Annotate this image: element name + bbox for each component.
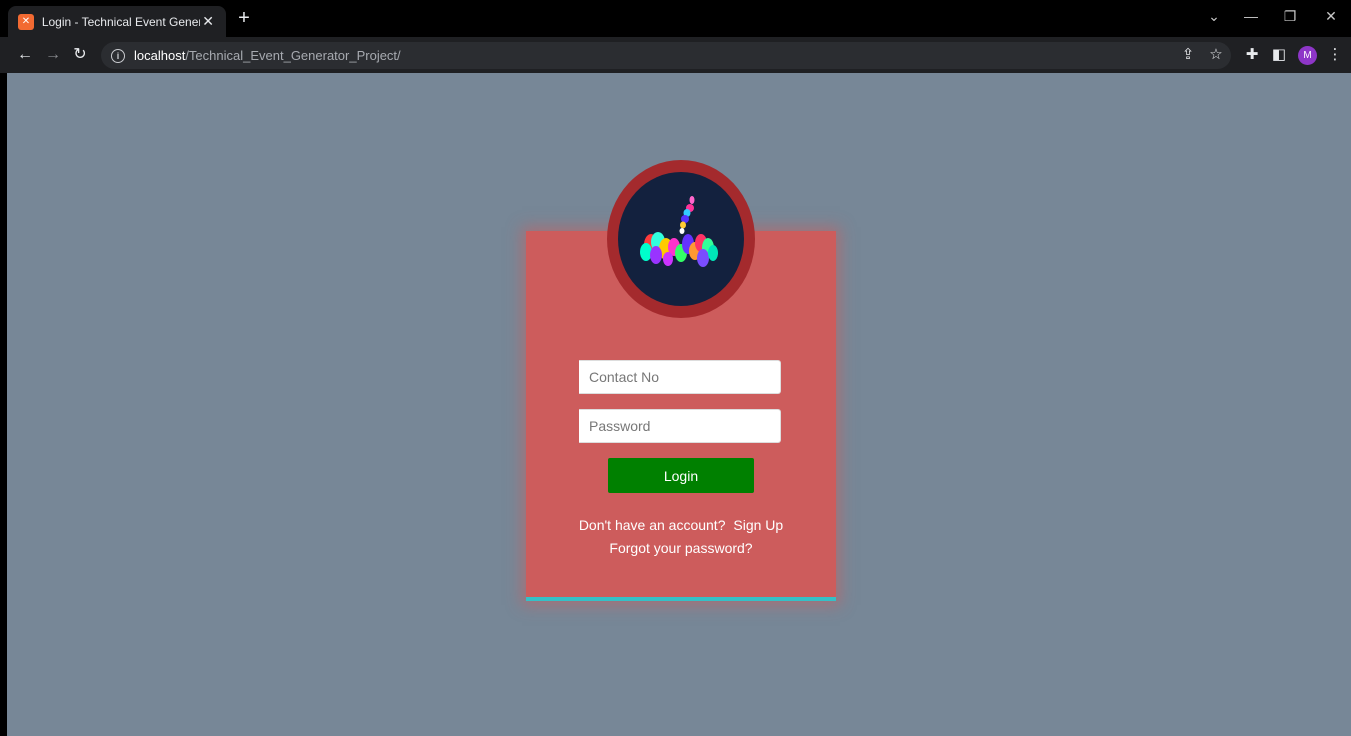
minimize-icon[interactable]: —: [1241, 8, 1261, 24]
password-field-group: [579, 409, 781, 443]
tab-search-icon[interactable]: ⌄: [1204, 8, 1224, 25]
page-background: Login Don't have an account? Sign Up For…: [7, 73, 1351, 736]
tab-title: Login - Technical Event Generator: [41, 14, 200, 29]
login-button[interactable]: Login: [608, 458, 754, 493]
paint-splash-logo-icon: [640, 196, 718, 267]
reload-icon[interactable]: ↻: [70, 46, 90, 64]
side-panel-icon[interactable]: ◧: [1269, 46, 1289, 64]
back-icon[interactable]: ←: [15, 46, 35, 64]
new-tab-icon[interactable]: +: [234, 8, 254, 28]
star-icon[interactable]: ☆: [1206, 46, 1226, 64]
logo: [618, 172, 744, 306]
menu-icon[interactable]: ⋮: [1325, 46, 1345, 64]
browser-toolbar: ← → ↻ i localhost/Technical_Event_Genera…: [0, 37, 1351, 73]
signup-prompt: Don't have an account? Sign Up: [526, 517, 836, 533]
forward-icon[interactable]: →: [43, 46, 63, 64]
signup-link[interactable]: Sign Up: [733, 517, 783, 533]
avatar[interactable]: M: [1298, 46, 1317, 65]
window-close-icon[interactable]: ✕: [1321, 8, 1341, 25]
info-icon[interactable]: i: [111, 48, 125, 63]
browser-tab[interactable]: ✕ Login - Technical Event Generator ✕: [8, 6, 226, 37]
forgot-prompt: Forgot your password?: [526, 540, 836, 558]
close-icon[interactable]: ✕: [200, 13, 216, 30]
contact-input[interactable]: [579, 360, 781, 394]
share-icon[interactable]: ⇪: [1178, 46, 1198, 64]
tab-strip: ✕ Login - Technical Event Generator ✕ + …: [0, 0, 1351, 37]
address-bar[interactable]: i localhost/Technical_Event_Generator_Pr…: [101, 42, 1231, 69]
password-input[interactable]: [579, 409, 781, 443]
no-account-text: Don't have an account?: [578, 517, 726, 533]
restore-icon[interactable]: ❐: [1280, 8, 1300, 25]
forgot-password-link[interactable]: Forgot your password?: [609, 540, 752, 556]
contact-field-group: [579, 360, 781, 394]
url-path: /Technical_Event_Generator_Project/: [185, 48, 401, 63]
xampp-icon: ✕: [18, 13, 34, 30]
extensions-icon[interactable]: ✚: [1242, 46, 1262, 64]
url-host: localhost: [134, 48, 186, 63]
logo-ring: [607, 160, 755, 318]
